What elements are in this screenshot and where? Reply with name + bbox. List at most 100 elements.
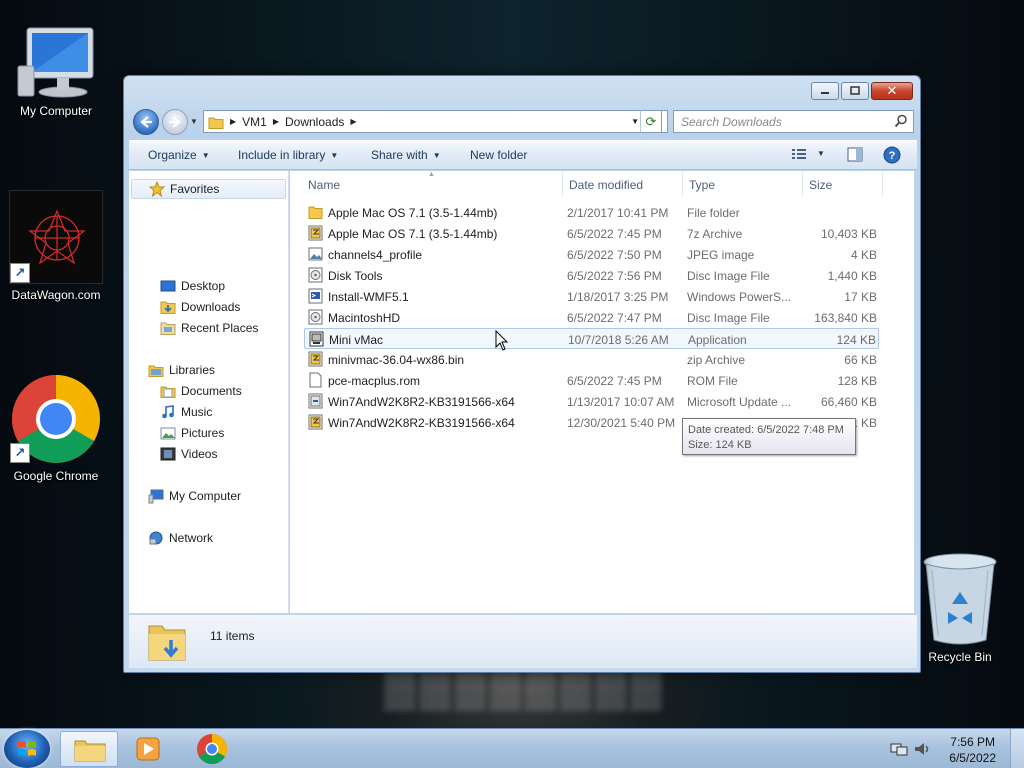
- column-divider[interactable]: [882, 171, 883, 197]
- back-button[interactable]: [133, 109, 159, 135]
- column-divider[interactable]: [682, 171, 683, 197]
- organize-menu[interactable]: Organize ▼: [148, 148, 210, 162]
- desktop-icon-datawagon[interactable]: ↗ DataWagon.com: [6, 190, 106, 302]
- help-button[interactable]: ?: [883, 146, 901, 167]
- column-header-size[interactable]: Size: [809, 178, 832, 192]
- start-button[interactable]: [4, 730, 50, 768]
- taskbar-media-player-button[interactable]: [120, 731, 178, 767]
- file-row[interactable]: Win7AndW2K8R2-KB3191566-x64 1/13/2017 10:…: [304, 391, 879, 412]
- nav-item-videos[interactable]: Videos: [160, 446, 217, 462]
- recent-pages-dropdown-icon[interactable]: ▼: [190, 117, 198, 126]
- nav-libraries[interactable]: Libraries: [148, 362, 215, 378]
- taskbar-explorer-button[interactable]: [60, 731, 118, 767]
- file-row[interactable]: MacintoshHD 6/5/2022 7:47 PM Disc Image Fi…: [304, 307, 879, 328]
- network-status-icon[interactable]: [890, 741, 908, 757]
- breadcrumb-separator-icon[interactable]: ▶: [273, 117, 279, 126]
- nav-network-label: Network: [169, 531, 214, 545]
- file-date-modified: 6/5/2022 7:45 PM: [567, 374, 662, 388]
- system-clock[interactable]: 7:56 PM 6/5/2022: [949, 734, 996, 766]
- taskbar-chrome-button[interactable]: [183, 731, 241, 767]
- breadcrumb-vm1[interactable]: VM1: [242, 115, 267, 129]
- address-bar[interactable]: ▶ VM1 ▶ Downloads ▶ ▼: [203, 110, 668, 133]
- chrome-icon: [197, 734, 228, 765]
- desktop-icon: [160, 278, 176, 294]
- downloads-folder-icon: [160, 299, 176, 315]
- desktop-icon-label: Google Chrome: [13, 469, 99, 483]
- file-type: Application: [688, 333, 747, 347]
- nav-item-downloads[interactable]: Downloads: [160, 299, 240, 315]
- file-row[interactable]: Install-WMF5.1 1/18/2017 3:25 PM Windows P…: [304, 286, 879, 307]
- file-size: 66 KB: [844, 353, 877, 367]
- share-with-menu[interactable]: Share with ▼: [371, 148, 441, 162]
- file-name: Win7AndW2K8R2-KB3191566-x64: [328, 395, 515, 409]
- documents-icon: [160, 383, 176, 399]
- nav-item-music[interactable]: Music: [160, 404, 212, 420]
- breadcrumb-separator-icon[interactable]: ▶: [230, 117, 236, 126]
- volume-icon[interactable]: [914, 741, 932, 757]
- nav-network[interactable]: Network: [148, 530, 213, 546]
- show-desktop-button[interactable]: [1010, 729, 1024, 768]
- archive-icon: [308, 351, 323, 367]
- nav-item-pictures[interactable]: Pictures: [160, 425, 224, 441]
- file-name: pce-macplus.rom: [328, 374, 421, 388]
- file-row[interactable]: Apple Mac OS 7.1 (3.5-1.44mb) 2/1/2017 10…: [304, 202, 879, 223]
- details-view-icon: [792, 149, 806, 159]
- nav-item-label: Music: [181, 405, 213, 419]
- star-icon: [148, 180, 166, 198]
- file-row[interactable]: channels4_profile 6/5/2022 7:50 PM JPEG im…: [304, 244, 879, 265]
- column-header-name[interactable]: Name: [308, 178, 340, 192]
- nav-item-label: Desktop: [181, 279, 226, 293]
- file-date-modified: 6/5/2022 7:47 PM: [567, 311, 662, 325]
- shortcut-arrow-icon: ↗: [10, 443, 30, 463]
- clock-date: 6/5/2022: [949, 751, 996, 765]
- file-row[interactable]: pce-macplus.rom 6/5/2022 7:45 PM ROM File 1…: [304, 370, 879, 391]
- change-view-button[interactable]: [791, 147, 807, 164]
- include-in-library-menu[interactable]: Include in library ▼: [238, 148, 338, 162]
- file-type: Disc Image File: [687, 311, 770, 325]
- nav-item-desktop[interactable]: Desktop: [160, 278, 225, 294]
- maximize-button[interactable]: [841, 82, 869, 100]
- file-row[interactable]: Mini vMac 10/7/2018 5:26 AM Application 124…: [304, 328, 879, 349]
- nav-item-recent-places[interactable]: Recent Places: [160, 320, 258, 336]
- recent-places-icon: [160, 320, 176, 336]
- archive-icon: [308, 414, 323, 430]
- window-controls: ✕: [811, 82, 913, 100]
- nav-my-computer[interactable]: My Computer: [148, 488, 241, 504]
- network-icon: [148, 530, 164, 546]
- preview-pane-button[interactable]: [847, 147, 863, 165]
- refresh-icon: ⟳: [645, 113, 657, 129]
- desktop-icon-recycle-bin[interactable]: Recycle Bin: [910, 550, 1010, 664]
- file-row[interactable]: minivmac-36.04-wx86.bin zip Archive 66 KB: [304, 349, 879, 370]
- search-icon[interactable]: [894, 114, 908, 128]
- breadcrumb-separator-icon[interactable]: ▶: [350, 117, 356, 126]
- file-type: ROM File: [687, 374, 738, 388]
- desktop-icon-my-computer[interactable]: My Computer: [6, 26, 106, 118]
- file-type: JPEG image: [687, 248, 755, 262]
- minimize-icon: [821, 92, 829, 94]
- breadcrumb-downloads[interactable]: Downloads: [285, 115, 344, 129]
- refresh-button[interactable]: ⟳: [640, 110, 662, 133]
- file-row[interactable]: Apple Mac OS 7.1 (3.5-1.44mb) 6/5/2022 7:…: [304, 223, 879, 244]
- view-options-chevron-down-icon[interactable]: ▼: [817, 149, 825, 158]
- file-row[interactable]: Disk Tools 6/5/2022 7:56 PM Disc Image Fil…: [304, 265, 879, 286]
- forward-button[interactable]: [162, 109, 188, 135]
- close-button[interactable]: ✕: [871, 82, 913, 100]
- column-header-type[interactable]: Type: [689, 178, 715, 192]
- column-header-date-modified[interactable]: Date modified: [569, 178, 643, 192]
- nav-item-label: Pictures: [181, 426, 225, 440]
- file-name: Win7AndW2K8R2-KB3191566-x64: [328, 416, 515, 430]
- desktop-icon-label: Recycle Bin: [928, 650, 992, 664]
- new-folder-button[interactable]: New folder: [470, 148, 527, 162]
- minimize-button[interactable]: [811, 82, 839, 100]
- nav-favorites[interactable]: Favorites: [131, 179, 286, 199]
- search-box[interactable]: Search Downloads: [673, 110, 914, 133]
- nav-favorites-label: Favorites: [170, 182, 220, 196]
- clock-time: 7:56 PM: [950, 735, 995, 749]
- desktop-icon-google-chrome[interactable]: ↗ Google Chrome: [6, 373, 106, 483]
- column-divider[interactable]: [562, 171, 563, 197]
- explorer-window[interactable]: ✕ ▼ ▶ VM1 ▶ Downloads ▶ ▼ ⟳ Search Downl…: [123, 75, 921, 673]
- file-size: 128 KB: [837, 374, 877, 388]
- address-dropdown-icon[interactable]: ▼: [631, 117, 639, 126]
- nav-item-documents[interactable]: Documents: [160, 383, 242, 399]
- column-divider[interactable]: [802, 171, 803, 197]
